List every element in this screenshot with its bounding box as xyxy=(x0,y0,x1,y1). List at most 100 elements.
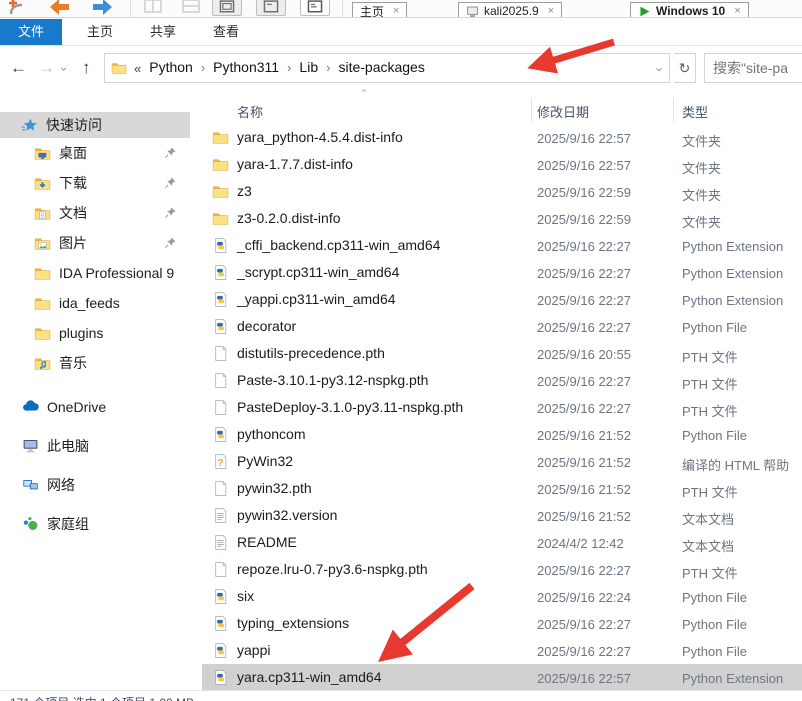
python-icon xyxy=(212,615,229,632)
search-input[interactable] xyxy=(705,54,802,82)
file-row[interactable]: _scrypt.cp311-win_amd642025/9/16 22:27Py… xyxy=(202,259,802,286)
sidebar-item-图片[interactable]: 图片 xyxy=(0,228,190,258)
file-row[interactable]: pywin32.pth2025/9/16 21:52PTH 文件 xyxy=(202,475,802,502)
toolbar-divider xyxy=(130,0,131,18)
file-row[interactable]: yappi2025/9/16 22:27Python File xyxy=(202,637,802,664)
vm-toolbar-forward-arrow-icon[interactable] xyxy=(92,0,114,16)
file-row[interactable]: yara.cp311-win_amd642025/9/16 22:57Pytho… xyxy=(202,664,802,691)
file-type: Python Extension xyxy=(682,671,783,686)
column-divider[interactable] xyxy=(673,98,674,122)
file-row[interactable]: _yappi.cp311-win_amd642025/9/16 22:27Pyt… xyxy=(202,286,802,313)
vm-tab-label: 主页 xyxy=(360,3,384,19)
vm-toolbar-fullscreen-button[interactable] xyxy=(212,0,242,16)
file-row[interactable]: Paste-3.10.1-py3.12-nspkg.pth2025/9/16 2… xyxy=(202,367,802,394)
sidebar-item-下载[interactable]: 下载 xyxy=(0,168,190,198)
vm-tab-2[interactable]: kali2025.9× xyxy=(458,2,562,18)
file-list-header: ˆ 名称 修改日期 类型 xyxy=(202,90,802,124)
sidebar-item-桌面[interactable]: 桌面 xyxy=(0,138,190,168)
breadcrumb-separator-icon: › xyxy=(201,60,205,75)
breadcrumb-collapse[interactable]: « xyxy=(134,61,141,76)
recent-locations-button[interactable]: › xyxy=(62,46,66,90)
file-row[interactable]: yara_python-4.5.4.dist-info2025/9/16 22:… xyxy=(202,124,802,151)
file-icon xyxy=(212,399,229,416)
toolbar-divider xyxy=(342,0,343,18)
file-date: 2025/9/16 22:27 xyxy=(537,320,631,335)
vm-toolbar-snapshot-button[interactable] xyxy=(300,0,330,16)
sidebar-item-ida-professional-9[interactable]: IDA Professional 9 xyxy=(0,258,190,288)
back-button[interactable]: ← xyxy=(10,46,27,90)
file-date: 2024/4/2 12:42 xyxy=(537,536,624,551)
file-row[interactable]: z3-0.2.0.dist-info2025/9/16 22:59文件夹 xyxy=(202,205,802,232)
refresh-button[interactable]: ↻ xyxy=(674,53,696,83)
file-row[interactable]: yara-1.7.7.dist-info2025/9/16 22:57文件夹 xyxy=(202,151,802,178)
file-icon xyxy=(212,561,229,578)
file-date: 2025/9/16 21:52 xyxy=(537,428,631,443)
column-header-date[interactable]: 修改日期 xyxy=(537,102,589,121)
sidebar-item-label: IDA Professional 9 xyxy=(59,265,174,281)
file-type: Python File xyxy=(682,428,747,443)
breadcrumb: Python›Python311›Lib›site-packages xyxy=(149,59,425,77)
file-name: z3-0.2.0.dist-info xyxy=(237,210,341,226)
file-row[interactable]: PasteDeploy-3.1.0-py3.11-nspkg.pth2025/9… xyxy=(202,394,802,421)
sidebar-quick-access[interactable]: 快速访问 xyxy=(0,112,190,138)
vm-toolbar-undo-icon[interactable] xyxy=(6,0,28,16)
file-row[interactable]: ?PyWin322025/9/16 21:52编译的 HTML 帮助 xyxy=(202,448,802,475)
sidebar-item-网络[interactable]: 网络 xyxy=(0,465,190,504)
breadcrumb-segment[interactable]: Lib xyxy=(299,59,318,75)
column-header-type[interactable]: 类型 xyxy=(682,102,708,121)
sidebar-item-plugins[interactable]: plugins xyxy=(0,318,190,348)
vm-toolbar-console-button[interactable] xyxy=(256,0,286,16)
tab-close-icon[interactable]: × xyxy=(734,5,740,17)
breadcrumb-segment[interactable]: site-packages xyxy=(338,59,424,75)
file-row[interactable]: distutils-precedence.pth2025/9/16 20:55P… xyxy=(202,340,802,367)
menu-home[interactable]: 主页 xyxy=(78,19,122,45)
file-row[interactable]: repoze.lru-0.7-py3.6-nspkg.pth2025/9/16 … xyxy=(202,556,802,583)
column-divider[interactable] xyxy=(531,98,532,122)
file-date: 2025/9/16 20:55 xyxy=(537,347,631,362)
file-row[interactable]: pythoncom 2025/9/16 21:52 Python File xyxy=(202,421,802,448)
file-type: 文件夹 xyxy=(682,131,721,150)
address-history-button[interactable]: › xyxy=(658,61,662,79)
sort-ascending-icon: ˆ xyxy=(362,87,366,102)
file-row[interactable]: six2025/9/16 22:24Python File xyxy=(202,583,802,610)
folder-icon xyxy=(34,325,51,342)
file-row[interactable]: README2024/4/2 12:42文本文档 xyxy=(202,529,802,556)
up-button[interactable]: ↑ xyxy=(82,46,91,90)
this-pc-icon xyxy=(22,437,39,454)
vm-tab-3[interactable]: Windows 10× xyxy=(630,2,749,18)
vm-toolbar-back-arrow-icon[interactable] xyxy=(48,0,70,16)
breadcrumb-separator-icon: › xyxy=(287,60,291,75)
sidebar-item-文档[interactable]: 文档 xyxy=(0,198,190,228)
breadcrumb-segment[interactable]: Python311 xyxy=(213,59,279,75)
vm-toolbar-minimize-icon[interactable] xyxy=(180,0,202,16)
play-icon xyxy=(638,5,651,18)
vm-tab-1[interactable]: 主页 × xyxy=(352,2,407,18)
sidebar-item-label: 网络 xyxy=(47,475,75,495)
tab-close-icon[interactable]: × xyxy=(393,5,399,17)
menu-share[interactable]: 共享 xyxy=(141,19,185,45)
sidebar-item-此电脑[interactable]: 此电脑 xyxy=(0,426,190,465)
file-name: _scrypt.cp311-win_amd64 xyxy=(237,264,399,280)
breadcrumb-segment[interactable]: Python xyxy=(149,59,193,75)
sidebar-item-音乐[interactable]: 音乐 xyxy=(0,348,190,378)
menu-view[interactable]: 查看 xyxy=(204,19,248,45)
file-name: pythoncom xyxy=(237,426,305,442)
sidebar-item-label: 此电脑 xyxy=(47,436,89,456)
tab-close-icon[interactable]: × xyxy=(548,5,554,17)
file-row[interactable]: decorator2025/9/16 22:27Python File xyxy=(202,313,802,340)
sidebar-item-ida_feeds[interactable]: ida_feeds xyxy=(0,288,190,318)
sidebar-item-label: 快速访问 xyxy=(46,115,102,135)
vm-toolbar-layout-icon[interactable] xyxy=(142,0,164,16)
file-date: 2025/9/16 22:57 xyxy=(537,671,631,686)
sidebar-item-家庭组[interactable]: 家庭组 xyxy=(0,504,190,543)
file-row[interactable]: typing_extensions2025/9/16 22:27Python F… xyxy=(202,610,802,637)
sidebar-item-onedrive[interactable]: OneDrive xyxy=(0,387,190,426)
column-header-name[interactable]: 名称 xyxy=(237,102,263,121)
menu-file[interactable]: 文件 xyxy=(0,19,62,45)
file-row[interactable]: z32025/9/16 22:59文件夹 xyxy=(202,178,802,205)
file-name: yappi xyxy=(237,642,270,658)
file-row[interactable]: pywin32.version2025/9/16 21:52文本文档 xyxy=(202,502,802,529)
address-input[interactable]: « Python›Python311›Lib›site-packages › xyxy=(104,53,670,83)
status-text: 171 个项目 选中 1 个项目 1.00 MB xyxy=(10,694,194,701)
file-row[interactable]: _cffi_backend.cp311-win_amd642025/9/16 2… xyxy=(202,232,802,259)
